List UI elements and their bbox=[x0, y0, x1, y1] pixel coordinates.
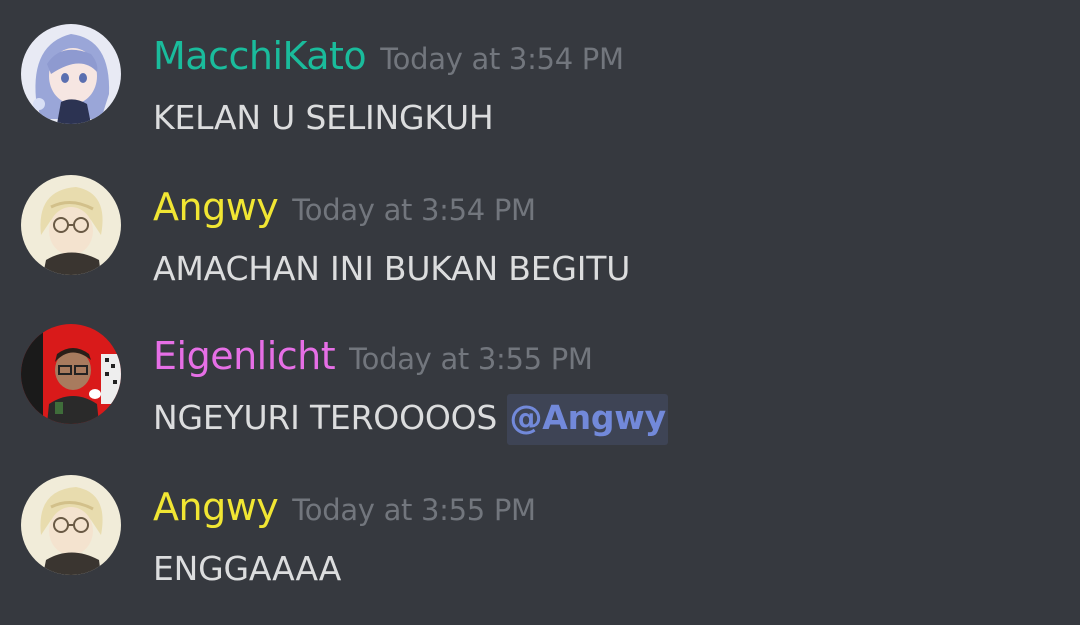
username[interactable]: Angwy bbox=[153, 485, 279, 529]
avatar[interactable] bbox=[21, 324, 121, 424]
timestamp[interactable]: Today at 3:55 PM bbox=[349, 342, 593, 376]
avatar[interactable] bbox=[21, 475, 121, 575]
red-glasses-man-avatar bbox=[21, 324, 121, 424]
timestamp[interactable]: Today at 3:54 PM bbox=[292, 193, 536, 227]
anime-girl-blue-hair-avatar bbox=[21, 24, 121, 124]
message-content: NGEYURI TEROOOOS @Angwy bbox=[153, 394, 668, 445]
avatar[interactable] bbox=[21, 24, 121, 124]
avatar[interactable] bbox=[21, 175, 121, 275]
message-item: Angwy Today at 3:54 PM AMACHAN INI BUKAN … bbox=[0, 175, 1080, 325]
message-item: Angwy Today at 3:55 PM ENGGAAAA bbox=[0, 475, 1080, 625]
timestamp[interactable]: Today at 3:55 PM bbox=[292, 493, 536, 527]
timestamp[interactable]: Today at 3:54 PM bbox=[380, 42, 624, 76]
user-mention[interactable]: @Angwy bbox=[507, 394, 668, 445]
chat-messages: MacchiKato Today at 3:54 PM KELAN U SELIN… bbox=[0, 0, 1080, 625]
message-text: NGEYURI TEROOOOS bbox=[153, 398, 498, 437]
message-content: ENGGAAAA bbox=[153, 549, 342, 588]
anime-boy-glasses-avatar bbox=[21, 175, 121, 275]
username[interactable]: Eigenlicht bbox=[153, 334, 336, 378]
username[interactable]: Angwy bbox=[153, 185, 279, 229]
message-content: AMACHAN INI BUKAN BEGITU bbox=[153, 249, 631, 288]
username[interactable]: MacchiKato bbox=[153, 34, 367, 78]
message-item: MacchiKato Today at 3:54 PM KELAN U SELIN… bbox=[0, 24, 1080, 174]
message-item: Eigenlicht Today at 3:55 PM NGEYURI TEROO… bbox=[0, 324, 1080, 474]
anime-boy-glasses-avatar bbox=[21, 475, 121, 575]
message-content: KELAN U SELINGKUH bbox=[153, 98, 494, 137]
